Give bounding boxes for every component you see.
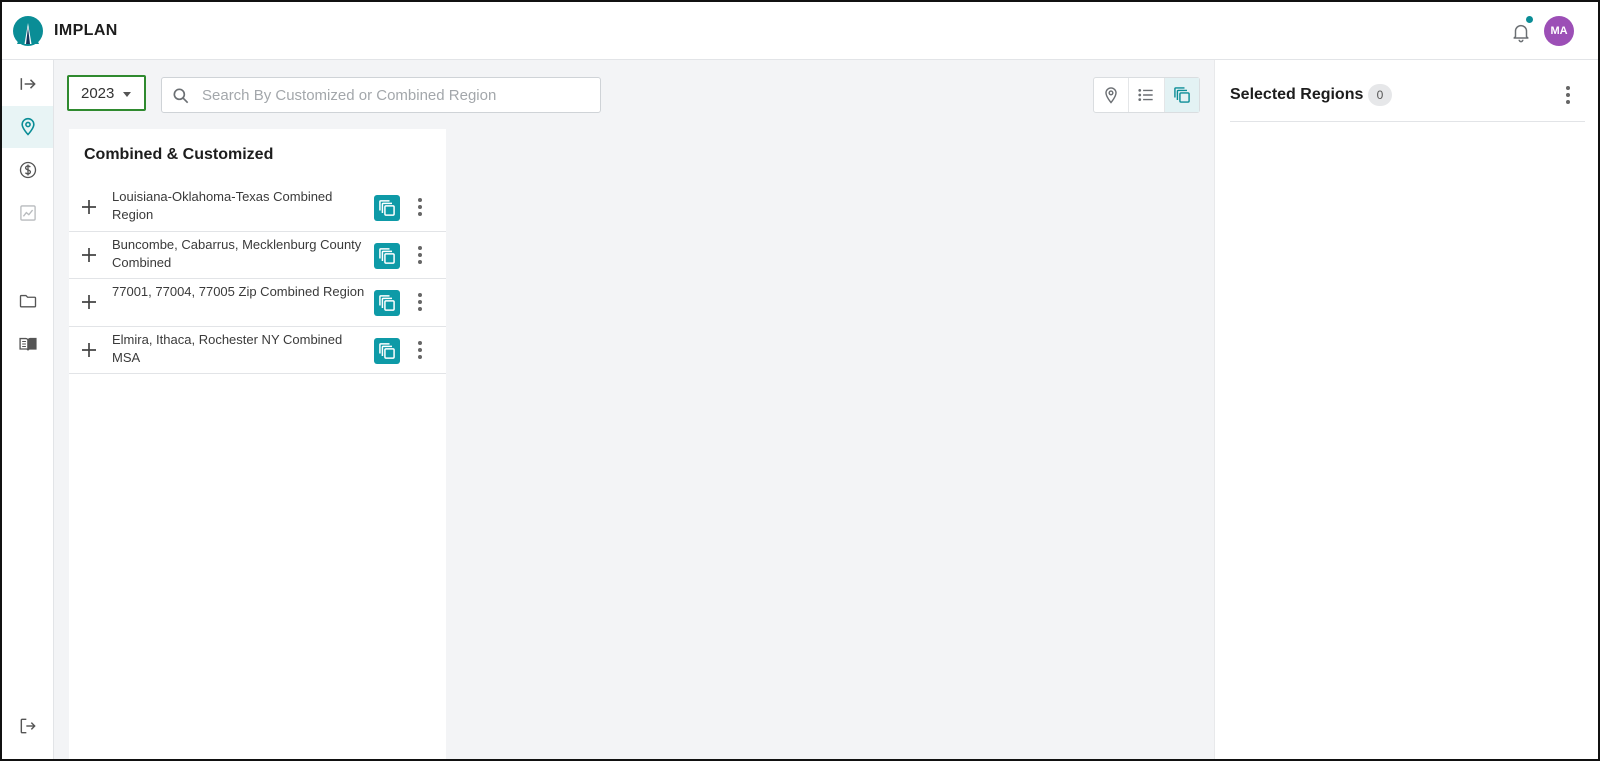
more-options-icon[interactable] [413, 339, 427, 361]
list-item: Louisiana-Oklahoma-Texas Combined Region [69, 184, 446, 232]
region-search [161, 77, 601, 113]
book-icon [18, 337, 37, 351]
notification-dot [1526, 16, 1533, 23]
list-view-icon [1138, 89, 1154, 101]
caret-down-icon [123, 92, 131, 97]
user-avatar[interactable]: MA [1544, 16, 1574, 46]
year-value: 2023 [81, 84, 115, 102]
combined-region-button[interactable] [374, 290, 400, 316]
selected-count-badge: 0 [1368, 84, 1392, 106]
sidebar-item-logout[interactable] [2, 705, 53, 747]
top-header: IMPLAN MA [2, 2, 1598, 60]
combined-customized-panel: Combined & Customized Louisiana-Oklahoma… [69, 129, 446, 759]
selected-regions-title: Selected Regions [1230, 86, 1364, 103]
selected-regions-panel: Selected Regions 0 [1214, 60, 1598, 759]
folder-icon [19, 294, 36, 308]
left-sidebar [2, 60, 54, 759]
map-pin-icon [20, 117, 35, 136]
more-options-icon[interactable] [413, 291, 427, 313]
map-view-icon [1105, 87, 1117, 104]
map-view-button[interactable] [1094, 78, 1130, 112]
list-view-button[interactable] [1129, 78, 1165, 112]
region-name: Elmira, Ithaca, Rochester NY Combined MS… [112, 331, 343, 365]
combined-region-icon [379, 200, 395, 216]
more-options-icon[interactable] [413, 196, 427, 218]
sidebar-item-economics[interactable] [2, 149, 53, 191]
region-name: Buncombe, Cabarrus, Mecklenburg County C… [112, 236, 362, 270]
notification-bell-icon[interactable] [1510, 21, 1532, 43]
divider [1230, 121, 1585, 122]
combined-region-button[interactable] [374, 195, 400, 221]
sidebar-item-regions[interactable] [2, 106, 53, 148]
region-name: Louisiana-Oklahoma-Texas Combined Region [112, 189, 333, 222]
implan-logo [13, 16, 43, 46]
add-region-icon[interactable] [79, 292, 99, 312]
sidebar-item-expand[interactable] [2, 63, 53, 105]
region-list: Louisiana-Oklahoma-Texas Combined Region… [69, 184, 446, 374]
sidebar-item-analytics[interactable] [2, 192, 53, 234]
combined-region-button[interactable] [374, 337, 400, 364]
arrow-right-bar-icon [20, 78, 36, 90]
combined-region-icon [379, 342, 395, 359]
add-region-icon[interactable] [79, 340, 99, 360]
year-dropdown[interactable]: 2023 [67, 75, 146, 111]
dollar-circle-icon [19, 161, 36, 179]
combined-view-icon [1174, 87, 1190, 103]
more-options-icon[interactable] [413, 244, 427, 266]
chart-line-icon [19, 205, 36, 221]
list-item: 77001, 77004, 77005 Zip Combined Region [69, 279, 446, 327]
region-name: 77001, 77004, 77005 Zip Combined Region [112, 284, 365, 299]
combined-region-icon [379, 295, 395, 311]
list-item: Elmira, Ithaca, Rochester NY Combined MS… [69, 327, 446, 374]
panel-title: Combined & Customized [84, 146, 274, 163]
list-item: Buncombe, Cabarrus, Mecklenburg County C… [69, 232, 446, 279]
combined-view-button[interactable] [1164, 78, 1199, 112]
selected-more-options-icon[interactable] [1561, 84, 1575, 106]
combined-region-icon [379, 247, 395, 264]
search-icon [173, 88, 189, 104]
sidebar-item-library[interactable] [2, 323, 53, 365]
sidebar-item-projects[interactable] [2, 280, 53, 322]
logout-icon [20, 718, 36, 734]
view-mode-toggle [1093, 77, 1200, 113]
search-input[interactable] [202, 79, 592, 111]
app-frame: IMPLAN MA 2023 Search By Customized or C… [0, 0, 1600, 761]
combined-region-button[interactable] [374, 242, 400, 269]
brand-name: IMPLAN [54, 22, 118, 39]
add-region-icon[interactable] [79, 197, 99, 217]
add-region-icon[interactable] [79, 245, 99, 265]
